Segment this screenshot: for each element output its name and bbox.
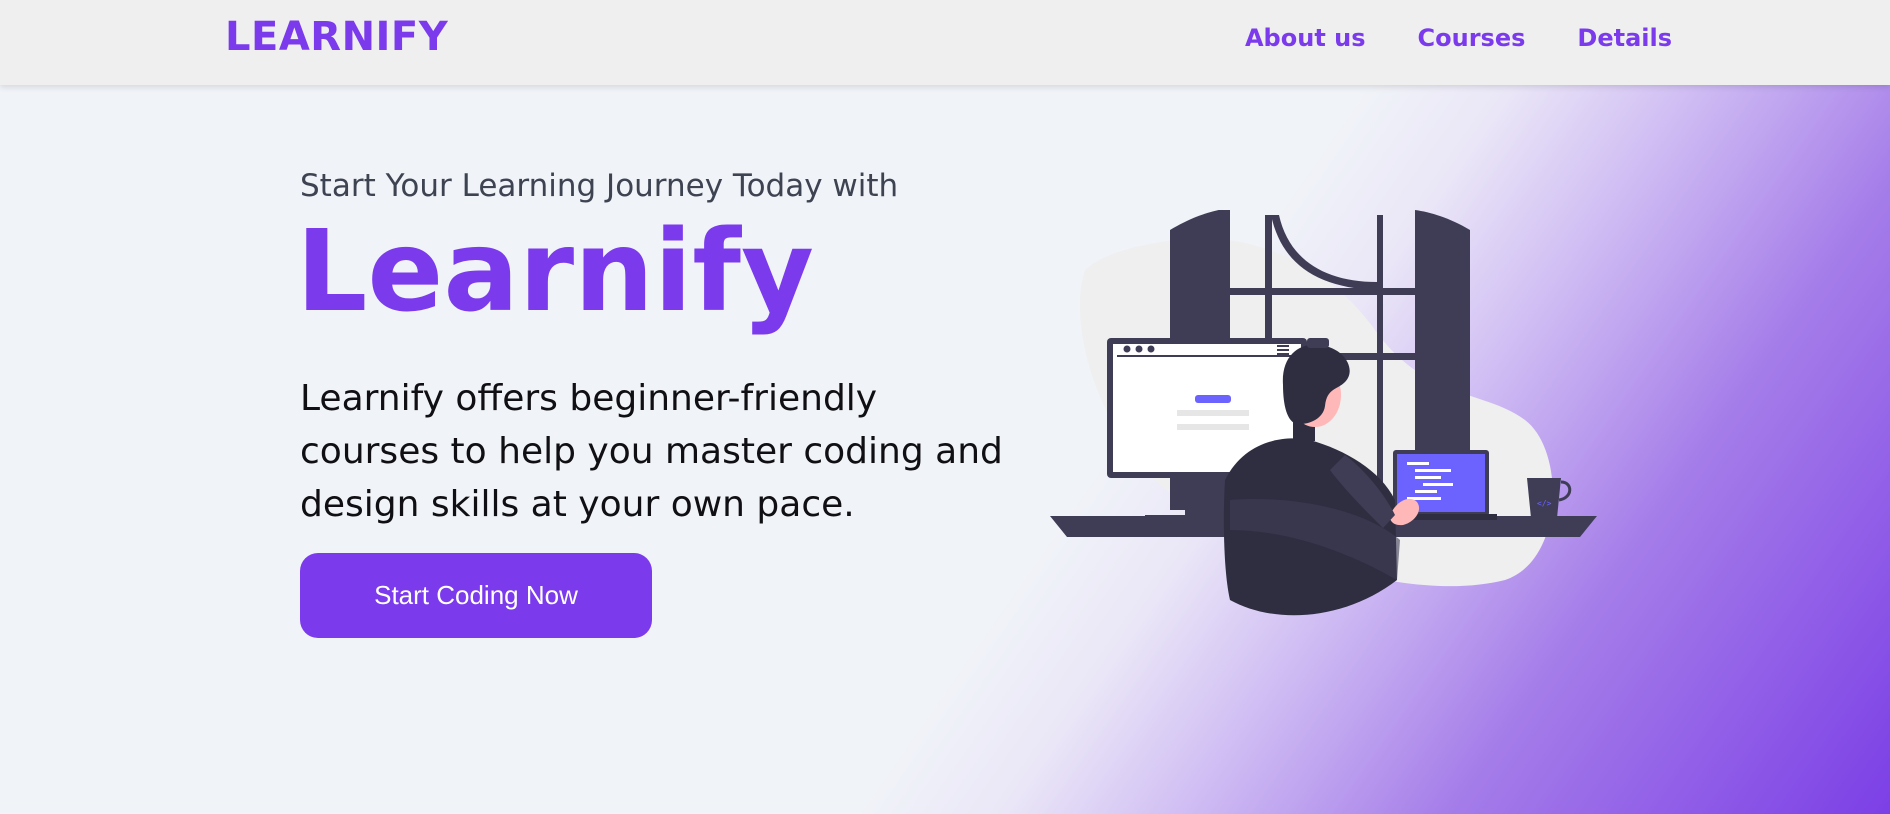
svg-text:</>: </> [1537, 499, 1552, 508]
start-coding-button[interactable]: Start Coding Now [300, 552, 652, 638]
hero-text: Start Your Learning Journey Today with L… [296, 168, 1040, 638]
navbar: LEARNIFY About us Courses Details [0, 0, 1890, 85]
person-coding-at-desk-icon: </> [1050, 208, 1597, 616]
nav-link-about-us[interactable]: About us [1245, 24, 1366, 52]
hero-title: Learnify [296, 207, 814, 337]
logo[interactable]: LEARNIFY [225, 14, 448, 60]
nav-link-courses[interactable]: Courses [1418, 24, 1526, 52]
nav-links: About us Courses Details [1245, 24, 1672, 52]
hero-description: Learnify offers beginner-friendly course… [300, 377, 1003, 525]
person-coding-illustration: </> [1045, 208, 1605, 620]
nav-link-details[interactable]: Details [1577, 24, 1672, 52]
landing-page: LEARNIFY About us Courses Details Start … [0, 0, 1890, 814]
hero-tagline: Start Your Learning Journey Today with [300, 168, 899, 204]
